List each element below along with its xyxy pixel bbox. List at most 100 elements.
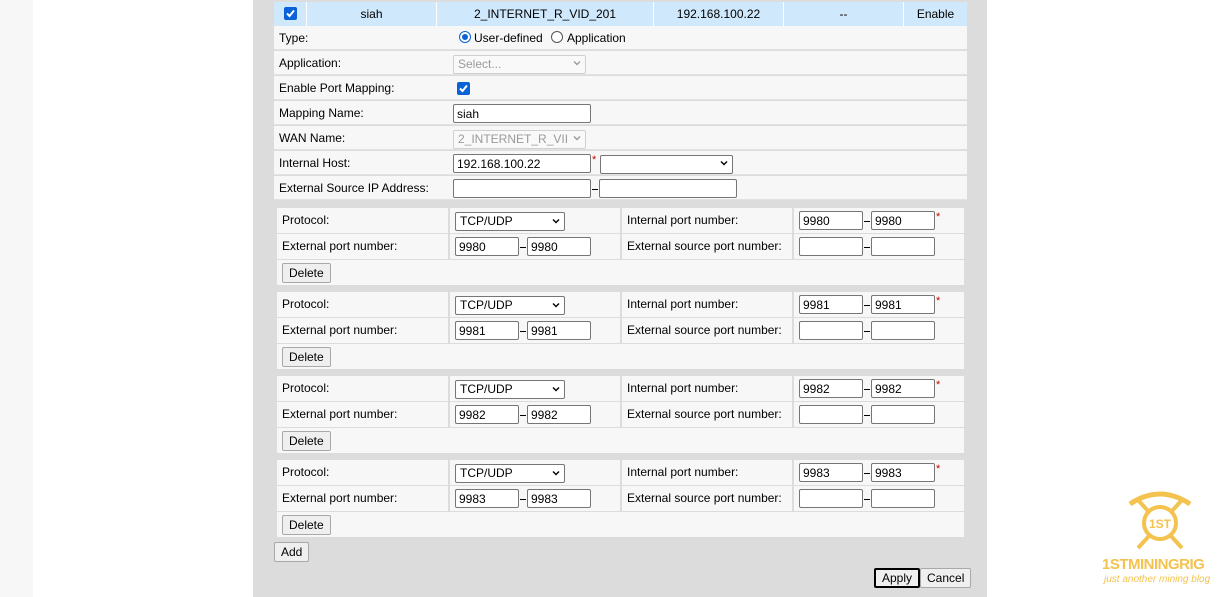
port-mapping-list-row[interactable]: siah 2_INTERNET_R_VID_201 192.168.100.22… [274,2,967,26]
external-source-port-end-input[interactable] [871,321,935,340]
external-source-port-start-input[interactable] [799,405,863,424]
enable-row: Enable Port Mapping: [274,76,967,100]
external-source-port-label: External source port number: [627,239,782,253]
internal-port-end-input[interactable] [871,211,935,230]
internal-port-start-input[interactable] [799,295,863,314]
internal-port-start-input[interactable] [799,211,863,230]
chevron-down-icon [552,219,560,224]
external-source-port-label: External source port number: [627,323,782,337]
external-source-port-end-input[interactable] [871,237,935,256]
external-port-end-input[interactable] [527,321,591,340]
type-application-label[interactable]: Application [567,26,626,50]
external-source-ip-row: External Source IP Address: [274,176,967,200]
cell-divider [448,208,450,233]
external-source-ip-start-input[interactable] [453,179,591,198]
type-application-radio[interactable] [551,31,563,43]
application-label: Application: [279,56,342,70]
external-port-end-input[interactable] [527,237,591,256]
application-row: Application: Select... [274,51,967,75]
protocol-select[interactable]: TCP/UDP [455,380,565,399]
type-user-defined-label[interactable]: User-defined [474,26,543,50]
cell-divider [620,292,622,317]
external-source-ip-label: External Source IP Address: [279,181,429,195]
mapping-name-input[interactable] [453,104,591,123]
cell-divider [448,486,450,511]
watermark-logo: 1ST 1STMININGRIG just another mining blo… [1098,490,1218,590]
type-label: Type: [279,31,309,45]
external-port-start-input[interactable] [455,321,519,340]
row-select-checkbox[interactable] [284,7,297,20]
external-port-start-input[interactable] [455,405,519,424]
mapping-name-row: Mapping Name: [274,101,967,125]
external-source-port-end-input[interactable] [871,489,935,508]
row-extra: -- [784,2,904,26]
port-mapping-entry: Protocol: TCP/UDP Internal port number: * Ex… [277,460,964,538]
required-mark: * [936,379,941,391]
port-mapping-entry: Protocol: TCP/UDP Internal port number: * Ex… [277,208,964,286]
external-source-port-label: External source port number: [627,407,782,421]
range-separator [864,499,870,500]
internal-host-row: Internal Host: * [274,151,967,175]
external-source-port-end-input[interactable] [871,405,935,424]
cell-divider [792,318,794,343]
internal-port-end-input[interactable] [871,295,935,314]
internal-port-label: Internal port number: [627,465,739,479]
delete-button[interactable]: Delete [282,515,331,535]
delete-button[interactable]: Delete [282,347,331,367]
cell-divider [792,208,794,233]
range-separator [864,473,870,474]
internal-port-start-input[interactable] [799,463,863,482]
internal-host-select[interactable] [600,155,733,174]
external-source-port-start-input[interactable] [799,237,863,256]
cell-divider [792,402,794,427]
external-port-label: External port number: [282,323,398,337]
protocol-select[interactable]: TCP/UDP [455,296,565,315]
type-user-defined-radio[interactable] [459,31,471,43]
left-panel [33,0,253,597]
required-mark: * [592,154,597,166]
cancel-button[interactable]: Cancel [920,568,972,588]
external-source-ip-end-input[interactable] [599,179,737,198]
protocol-line: Protocol: TCP/UDP Internal port number: * [277,208,964,233]
port-mapping-entry: Protocol: TCP/UDP Internal port number: * Ex… [277,376,964,454]
external-port-line: External port number: External source por… [277,402,964,427]
protocol-label: Protocol: [282,213,330,227]
range-separator [592,189,598,190]
chevron-down-icon [573,61,581,66]
cell-divider [448,234,450,259]
internal-port-end-input[interactable] [871,379,935,398]
add-button[interactable]: Add [274,542,310,562]
wan-name-label: WAN Name: [279,131,346,145]
enable-port-mapping-checkbox[interactable] [457,82,470,95]
delete-button[interactable]: Delete [282,431,331,451]
required-mark: * [936,211,941,223]
internal-host-input[interactable] [453,154,591,173]
range-separator [520,415,526,416]
external-source-port-start-input[interactable] [799,489,863,508]
internal-port-start-input[interactable] [799,379,863,398]
protocol-select[interactable]: TCP/UDP [455,464,565,483]
cell-divider [620,318,622,343]
chevron-down-icon [552,303,560,308]
delete-line: Delete [277,428,964,453]
cell-divider [448,402,450,427]
delete-button[interactable]: Delete [282,263,331,283]
required-mark: * [936,463,941,475]
external-port-end-input[interactable] [527,405,591,424]
internal-port-end-input[interactable] [871,463,935,482]
row-select-cell[interactable] [274,2,307,26]
protocol-select[interactable]: TCP/UDP [455,212,565,231]
protocol-label: Protocol: [282,297,330,311]
external-source-port-start-input[interactable] [799,321,863,340]
internal-host-label: Internal Host: [279,156,351,170]
cell-divider [792,234,794,259]
external-port-start-input[interactable] [455,489,519,508]
external-port-end-input[interactable] [527,489,591,508]
application-select[interactable]: Select... [453,55,586,74]
external-port-start-input[interactable] [455,237,519,256]
wan-name-select[interactable]: 2_INTERNET_R_VII [453,130,586,149]
range-separator [864,221,870,222]
apply-button[interactable]: Apply [874,568,921,588]
external-port-line: External port number: External source por… [277,234,964,259]
cell-divider [448,460,450,485]
